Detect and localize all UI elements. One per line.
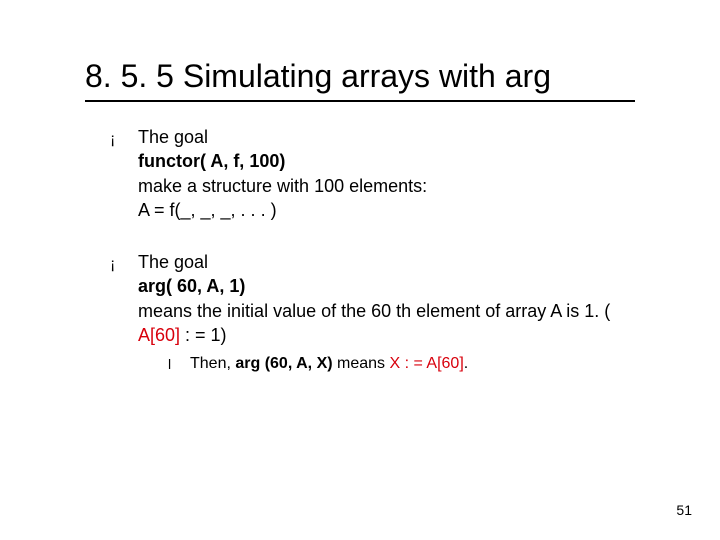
bullet-line: The goal — [138, 250, 630, 274]
bullet-item: ¡ The goal arg( 60, A, 1) means the initial… — [110, 250, 630, 375]
text-run: A = f(_, _, _, . . . ) — [138, 200, 277, 220]
slide-title: 8. 5. 5 Simulating arrays with arg — [85, 58, 551, 95]
text-run: functor( A, f, 100) — [138, 151, 285, 171]
text-run: means — [337, 355, 389, 372]
bullet-line: functor( A, f, 100) — [138, 149, 630, 173]
bullet-line: The goal — [138, 125, 630, 149]
text-run: make a structure with 100 elements: — [138, 176, 427, 196]
bullet-line: arg( 60, A, 1) — [138, 274, 630, 298]
bullet-line: means the initial value of the 60 th ele… — [138, 299, 630, 348]
text-run: A[60] — [138, 325, 180, 345]
hollow-bullet-icon: ¡ — [110, 129, 115, 151]
text-run: : = 1) — [180, 325, 227, 345]
text-run: The goal — [138, 127, 208, 147]
slide-body: ¡ The goal functor( A, f, 100) make a struc… — [110, 125, 630, 403]
bullet-line: make a structure with 100 elements: — [138, 174, 630, 198]
text-run: X : = A[60] — [389, 355, 463, 372]
solid-bullet-icon: l — [168, 355, 171, 374]
text-run: The goal — [138, 252, 208, 272]
title-underline — [85, 100, 635, 102]
slide: 8. 5. 5 Simulating arrays with arg ¡ The … — [0, 0, 720, 540]
text-run: Then, — [190, 355, 235, 372]
hollow-bullet-icon: ¡ — [110, 254, 115, 276]
page-number: 51 — [676, 502, 692, 518]
text-run: arg (60, A, X) — [235, 355, 337, 372]
bullet-item: ¡ The goal functor( A, f, 100) make a struc… — [110, 125, 630, 222]
text-run: arg( 60, A, 1) — [138, 276, 245, 296]
text-run: . — [464, 355, 468, 372]
sub-bullet-item: l Then, arg (60, A, X) means X : = A[60]. — [138, 353, 630, 375]
text-run: means the initial value of the 60 th ele… — [138, 301, 610, 321]
bullet-line: A = f(_, _, _, . . . ) — [138, 198, 630, 222]
